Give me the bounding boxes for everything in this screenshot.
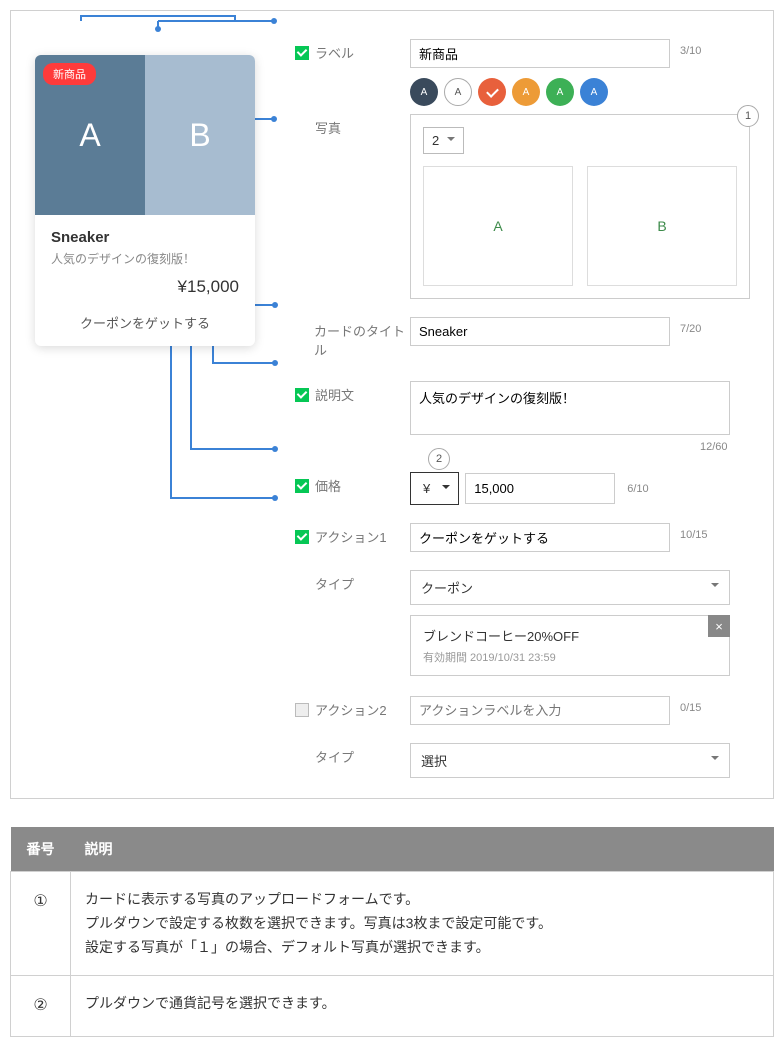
coupon-expire: 有効期間 2019/10/31 23:59 — [423, 649, 717, 665]
action1-checkbox[interactable] — [295, 530, 309, 544]
swatch-blue[interactable]: A — [580, 78, 608, 106]
price-input[interactable] — [465, 473, 615, 504]
coupon-selected-box: × ブレンドコーヒー20%OFF 有効期間 2019/10/31 23:59 — [410, 615, 730, 676]
preview-action: クーポンをゲットする — [51, 313, 239, 334]
photo-upload-panel: 1 2 A B — [410, 114, 750, 299]
type1-select[interactable]: クーポン — [410, 570, 730, 605]
label-checkbox[interactable] — [295, 46, 309, 60]
action2-field-name: アクション2 — [315, 700, 387, 719]
card-image-area: 新商品 A B — [35, 55, 255, 215]
preview-price: ¥15,000 — [51, 277, 239, 297]
card-title-count: 7/20 — [680, 323, 701, 335]
action2-input[interactable] — [410, 696, 670, 725]
desc-field-name: 説明文 — [315, 385, 354, 404]
card-title-field-name: カードのタイトル — [314, 321, 410, 359]
new-badge: 新商品 — [43, 63, 96, 85]
callout-tag-2: 2 — [428, 448, 450, 470]
callout-tag-1: 1 — [737, 105, 759, 127]
desc-input[interactable]: 人気のデザインの復刻版！ — [410, 381, 730, 435]
table-head-number: 番号 — [11, 827, 71, 872]
swatch-darkblue[interactable]: A — [410, 78, 438, 106]
label-input[interactable] — [410, 39, 670, 68]
photo-thumb-a[interactable]: A — [423, 166, 573, 286]
preview-image-b: B — [145, 55, 255, 215]
table-row: ② プルダウンで通貨記号を選択できます。 — [11, 976, 774, 1036]
desc-checkbox[interactable] — [295, 388, 309, 402]
card-editor-panel: 新商品 A B Sneaker 人気のデザインの復刻版！ ¥15,000 クーポ… — [10, 10, 774, 799]
type2-select[interactable]: 選択 — [410, 743, 730, 778]
swatch-red[interactable] — [478, 78, 506, 106]
preview-title: Sneaker — [51, 229, 239, 246]
action1-field-name: アクション1 — [315, 527, 387, 546]
action1-input[interactable] — [410, 523, 670, 552]
card-title-input[interactable] — [410, 317, 670, 346]
table-cell-desc: カードに表示する写真のアップロードフォームです。 プルダウンで設定する枚数を選択… — [71, 872, 774, 976]
photo-count-select[interactable]: 2 — [423, 127, 464, 154]
card-preview: 新商品 A B Sneaker 人気のデザインの復刻版！ ¥15,000 クーポ… — [35, 55, 255, 346]
table-head-desc: 説明 — [71, 827, 774, 872]
photo-field-name: 写真 — [315, 118, 341, 137]
currency-select[interactable]: ¥ — [410, 472, 459, 505]
price-field-name: 価格 — [315, 476, 341, 495]
table-cell-desc: プルダウンで通貨記号を選択できます。 — [71, 976, 774, 1036]
action2-checkbox[interactable] — [295, 703, 309, 717]
desc-count: 12/60 — [700, 441, 728, 453]
coupon-remove-button[interactable]: × — [708, 615, 730, 637]
photo-thumb-b[interactable]: B — [587, 166, 737, 286]
coupon-title: ブレンドコーヒー20%OFF — [423, 626, 717, 645]
table-cell-num: ② — [11, 976, 71, 1036]
table-row: ① カードに表示する写真のアップロードフォームです。 プルダウンで設定する枚数を… — [11, 872, 774, 976]
label-field-name: ラベル — [315, 43, 354, 62]
table-cell-num: ① — [11, 872, 71, 976]
label-count: 3/10 — [680, 45, 701, 57]
price-count: 6/10 — [627, 483, 648, 495]
action2-count: 0/15 — [680, 702, 701, 714]
action1-count: 10/15 — [680, 529, 708, 541]
swatch-orange[interactable]: A — [512, 78, 540, 106]
preview-description: 人気のデザインの復刻版！ — [51, 250, 239, 267]
type1-field-name: タイプ — [315, 574, 354, 593]
price-checkbox[interactable] — [295, 479, 309, 493]
swatch-white[interactable]: A — [444, 78, 472, 106]
swatch-green[interactable]: A — [546, 78, 574, 106]
type2-field-name: タイプ — [315, 747, 354, 766]
description-table: 番号 説明 ① カードに表示する写真のアップロードフォームです。 プルダウンで設… — [10, 827, 774, 1037]
color-swatches: A A A A A — [410, 78, 753, 106]
